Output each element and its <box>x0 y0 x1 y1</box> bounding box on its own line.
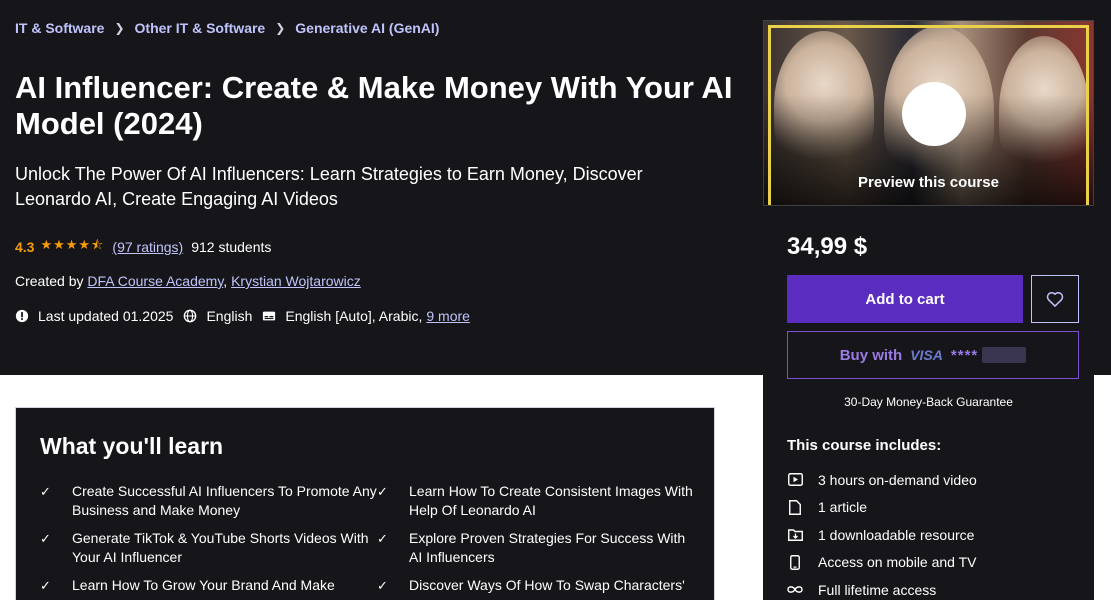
buy-with-label: Buy with <box>839 346 903 364</box>
course-captions: English [Auto], Arabic, 9 more <box>262 308 470 324</box>
chevron-right-icon: ❯ <box>114 21 125 35</box>
card-number-mask: **** <box>950 346 979 364</box>
learn-title: What you'll learn <box>40 433 224 459</box>
breadcrumb-item-other-it[interactable]: Other IT & Software <box>135 20 266 36</box>
check-icon: ✓ <box>377 484 388 499</box>
course-title: AI Influencer: Create & Make Money With … <box>15 70 733 141</box>
list-item: 3 hours on-demand video <box>787 466 977 494</box>
money-back-guarantee: 30-Day Money-Back Guarantee <box>844 395 1013 409</box>
list-item: ✓ Create Successful AI Influencers To Pro… <box>40 483 377 518</box>
check-icon: ✓ <box>40 531 51 546</box>
last-updated-text: Last updated 01.2025 <box>38 308 174 324</box>
video-icon <box>787 472 803 488</box>
list-item: Full lifetime access <box>787 576 977 600</box>
list-item: ✓ Generate TikTok & YouTube Shorts Videos… <box>40 530 369 565</box>
author-link-dfa[interactable]: DFA Course Academy <box>87 273 223 289</box>
closed-captions-icon <box>263 311 276 321</box>
course-meta: Last updated 01.2025 English English [Au… <box>15 308 480 324</box>
students-count: 912 students <box>191 239 272 255</box>
check-icon: ✓ <box>40 578 51 593</box>
add-to-cart-button[interactable]: Add to cart <box>787 275 1023 323</box>
rating-value: 4.3 <box>15 239 35 255</box>
list-item: ✓ Discover Ways Of How To Swap Characters… <box>377 577 685 593</box>
preview-label: Preview this course <box>858 174 999 191</box>
wishlist-button[interactable] <box>1031 275 1079 323</box>
list-item: 1 downloadable resource <box>787 521 977 549</box>
created-by-label: Created by <box>15 273 84 289</box>
rating-row: 4.3 ★★★★⯪ (97 ratings) 912 students <box>15 236 271 258</box>
what-you-will-learn: What you'll learn ✓ Create Successful AI … <box>15 407 715 600</box>
captions-more-link[interactable]: 9 more <box>426 308 470 324</box>
buy-with-card-button[interactable]: Buy with VISA **** <box>787 331 1079 379</box>
course-language: English <box>183 308 252 324</box>
chevron-right-icon: ❯ <box>275 21 286 35</box>
breadcrumb-item-genai[interactable]: Generative AI (GenAI) <box>295 20 439 36</box>
includes-list: 3 hours on-demand video 1 article 1 down… <box>787 466 977 600</box>
captions-text: English [Auto], Arabic, <box>285 308 423 324</box>
created-by: Created by DFA Course Academy, Krystian … <box>15 273 361 289</box>
breadcrumb: IT & Software ❯ Other IT & Software ❯ Ge… <box>15 20 439 36</box>
learn-grid: ✓ Create Successful AI Influencers To Pro… <box>40 482 700 600</box>
mobile-icon <box>787 554 803 570</box>
list-item: 1 article <box>787 494 977 522</box>
check-icon: ✓ <box>40 484 51 499</box>
star-rating-icon: ★★★★⯪ <box>40 237 105 252</box>
list-item: ✓ Explore Proven Strategies For Success W… <box>377 530 686 565</box>
card-number-redacted <box>982 347 1027 363</box>
check-icon: ✓ <box>377 531 388 546</box>
author-link-krystian[interactable]: Krystian Wojtarowicz <box>231 273 361 289</box>
download-icon <box>787 527 803 543</box>
list-item: ✓ Learn How To Create Consistent Images W… <box>377 483 693 518</box>
language-text: English <box>206 308 253 324</box>
course-subtitle: Unlock The Power Of AI Influencers: Lear… <box>15 164 643 209</box>
alert-badge-icon <box>15 309 29 323</box>
purchase-sidebar: Preview this course 34,99 $ Add to cart … <box>763 20 1094 600</box>
list-item: ✓ Learn How To Grow Your Brand And Make <box>40 577 335 593</box>
includes-title: This course includes: <box>787 437 942 454</box>
course-price: 34,99 $ <box>787 233 868 260</box>
ratings-count-link[interactable]: (97 ratings) <box>112 239 183 255</box>
play-icon[interactable] <box>902 82 966 146</box>
course-preview[interactable]: Preview this course <box>763 20 1094 206</box>
heart-icon <box>1046 291 1064 307</box>
list-item: Access on mobile and TV <box>787 549 977 577</box>
check-icon: ✓ <box>377 578 388 593</box>
visa-logo-icon: VISA <box>910 347 943 363</box>
article-icon <box>787 499 803 515</box>
breadcrumb-item-it-software[interactable]: IT & Software <box>15 20 104 36</box>
last-updated: Last updated 01.2025 <box>15 308 173 324</box>
globe-icon <box>184 309 197 323</box>
infinity-icon <box>787 582 803 598</box>
